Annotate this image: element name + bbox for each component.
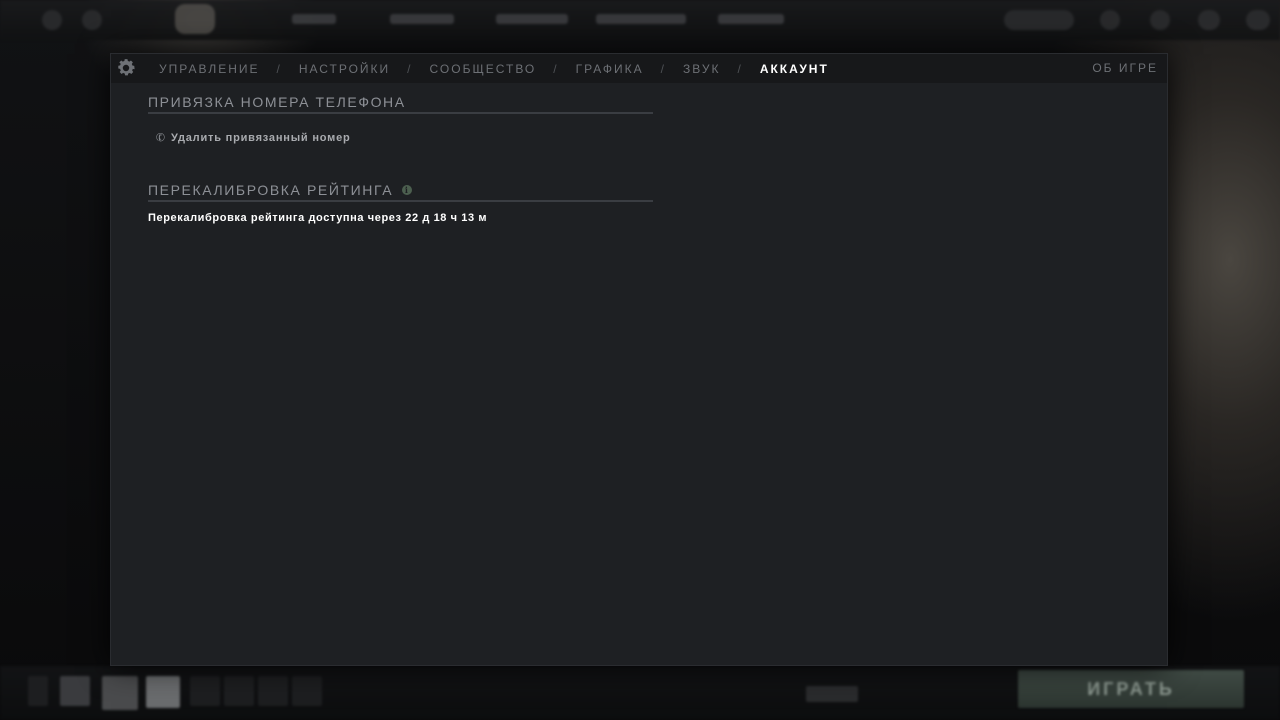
top-menu-blur <box>596 14 686 24</box>
settings-panel: УПРАВЛЕНИЕ / НАСТРОЙКИ / СООБЩЕСТВО / ГР… <box>111 54 1167 665</box>
bottom-tile <box>102 676 138 710</box>
info-icon[interactable]: i <box>402 185 413 195</box>
phone-section-title-text: ПРИВЯЗКА НОМЕРА ТЕЛЕФОНА <box>148 94 406 110</box>
bottom-icons-blur <box>806 686 858 702</box>
tab-audio[interactable]: ЗВУК <box>683 62 720 76</box>
phone-section-title: ПРИВЯЗКА НОМЕРА ТЕЛЕФОНА <box>148 94 653 114</box>
settings-tabs: УПРАВЛЕНИЕ / НАСТРОЙКИ / СООБЩЕСТВО / ГР… <box>159 54 829 83</box>
top-menu-blur <box>496 14 568 24</box>
bottom-tile <box>146 676 180 708</box>
top-icon-3 <box>1100 10 1120 30</box>
top-icon-2 <box>82 10 102 30</box>
top-icon-1 <box>42 10 62 30</box>
bottom-tile <box>292 676 322 706</box>
tab-separator: / <box>737 61 743 76</box>
play-button[interactable]: ИГРАТЬ <box>1018 670 1244 708</box>
bottom-tile <box>190 676 220 706</box>
recalibration-section-title-text: ПЕРЕКАЛИБРОВКА РЕЙТИНГА <box>148 182 394 198</box>
tab-controls[interactable]: УПРАВЛЕНИЕ <box>159 62 260 76</box>
top-icon-5 <box>1198 10 1220 30</box>
top-icon-4 <box>1150 10 1170 30</box>
top-menu-blur <box>390 14 454 24</box>
main-top-bar-blurred <box>0 0 1280 40</box>
tab-social[interactable]: СООБЩЕСТВО <box>430 62 537 76</box>
bottom-tile <box>258 676 288 706</box>
bottom-tile <box>60 676 90 706</box>
tab-options[interactable]: НАСТРОЙКИ <box>299 62 390 76</box>
top-profile-blur <box>1004 10 1074 30</box>
bottom-status-blur <box>412 688 702 700</box>
bottom-tile <box>224 676 254 706</box>
recalibration-status-text: Перекалибровка рейтинга доступна через 2… <box>148 212 488 224</box>
tab-separator: / <box>553 61 559 76</box>
top-menu-blur <box>718 14 784 24</box>
tab-separator: / <box>660 61 666 76</box>
top-icon-6 <box>1246 10 1270 30</box>
tab-account[interactable]: АККАУНТ <box>760 62 829 76</box>
remove-phone-button[interactable]: ✆ Удалить привязанный номер <box>154 130 351 146</box>
recalibration-section-title: ПЕРЕКАЛИБРОВКА РЕЙТИНГА i <box>148 182 653 202</box>
tab-separator: / <box>276 61 282 76</box>
settings-nav: УПРАВЛЕНИЕ / НАСТРОЙКИ / СООБЩЕСТВО / ГР… <box>111 54 1167 83</box>
tab-video[interactable]: ГРАФИКА <box>576 62 644 76</box>
remove-phone-label: Удалить привязанный номер <box>171 131 351 144</box>
top-avatar <box>175 4 215 34</box>
phone-icon: ✆ <box>154 130 168 146</box>
bottom-icon <box>28 676 48 706</box>
tab-about[interactable]: ОБ ИГРЕ <box>1092 54 1158 83</box>
top-menu-blur <box>292 14 336 24</box>
tab-separator: / <box>407 61 413 76</box>
gear-icon[interactable] <box>115 57 137 79</box>
